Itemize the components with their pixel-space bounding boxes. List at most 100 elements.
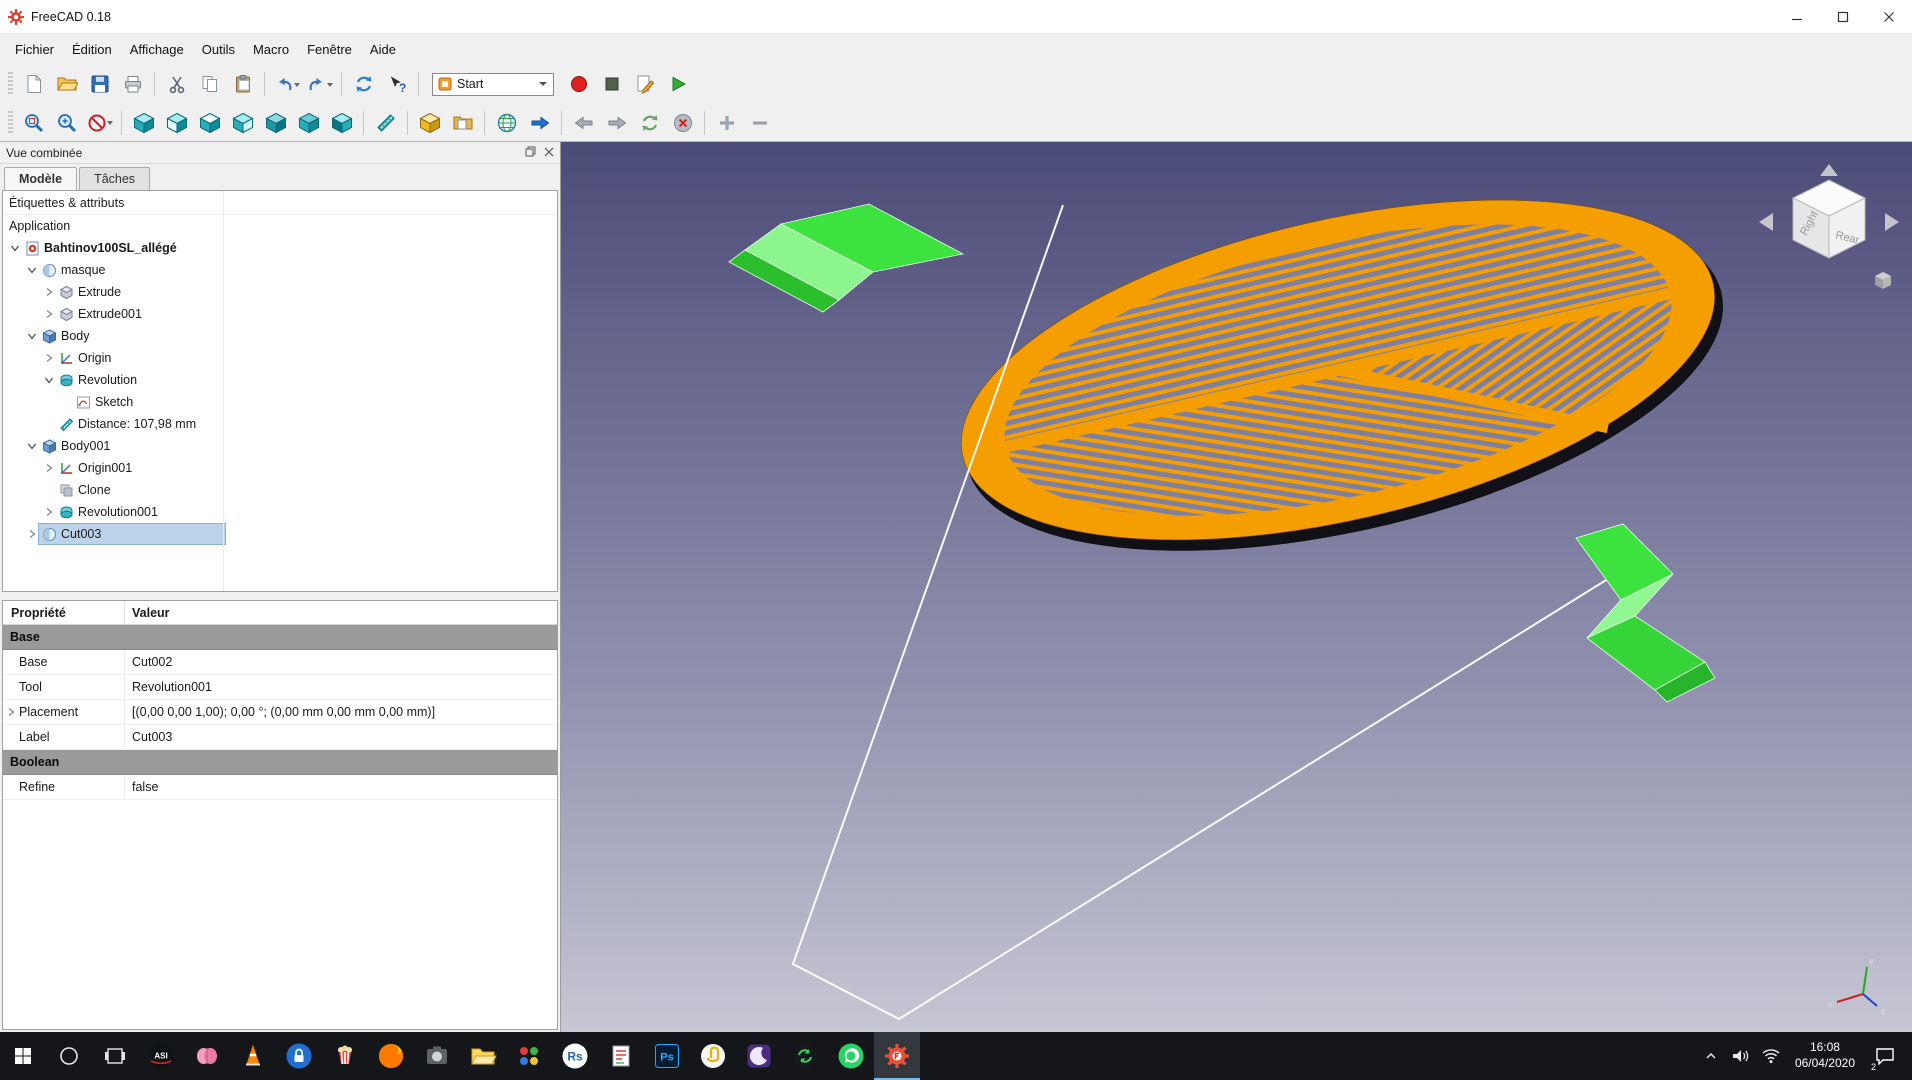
taskbar-capture-app[interactable] [414, 1032, 460, 1080]
nav-reload-button[interactable] [633, 108, 666, 138]
3d-viewport[interactable]: Right Rear x y z [561, 142, 1912, 1032]
chevron-collapsed-icon[interactable] [41, 507, 56, 517]
chevron-expanded-icon[interactable] [24, 441, 39, 451]
menu-macro[interactable]: Macro [244, 34, 298, 64]
taskbar-explorer-app[interactable] [460, 1032, 506, 1080]
zoom-out-button[interactable] [743, 108, 776, 138]
print-button[interactable] [116, 69, 149, 99]
taskbar-popcorn-app[interactable] [322, 1032, 368, 1080]
prop-value[interactable]: [(0,00 0,00 1,00); 0,00 °; (0,00 mm 0,00… [125, 705, 557, 719]
view-axonometric-button[interactable] [127, 108, 160, 138]
record-macro-button[interactable] [562, 69, 595, 99]
tree-item-body[interactable]: Body [3, 325, 557, 347]
redo-button[interactable] [303, 69, 336, 99]
panel-splitter[interactable] [0, 592, 560, 600]
tray-expand-icon[interactable] [1696, 1049, 1726, 1063]
chevron-collapsed-icon[interactable] [41, 309, 56, 319]
tree-item-application[interactable]: Application [3, 215, 557, 237]
nav-back-button[interactable] [567, 108, 600, 138]
toolbar-drag-handle[interactable] [8, 72, 13, 96]
nav-forward-button[interactable] [600, 108, 633, 138]
draw-style-button[interactable] [83, 108, 116, 138]
chevron-collapsed-icon[interactable] [3, 707, 19, 717]
appearance-button[interactable] [413, 108, 446, 138]
chevron-expanded-icon[interactable] [41, 375, 56, 385]
menu-outils[interactable]: Outils [193, 34, 244, 64]
network-icon[interactable] [1756, 1048, 1786, 1064]
taskbar-search-button[interactable] [46, 1032, 92, 1080]
tree-item-body001[interactable]: Body001 [3, 435, 557, 457]
tree-item-extrude[interactable]: Extrude [3, 281, 557, 303]
save-button[interactable] [83, 69, 116, 99]
web-home-button[interactable] [490, 108, 523, 138]
chevron-expanded-icon[interactable] [7, 243, 22, 253]
taskbar-whatsapp-app[interactable] [828, 1032, 874, 1080]
prop-value[interactable]: Cut003 [125, 730, 557, 744]
prop-value[interactable]: Revolution001 [125, 680, 557, 694]
taskbar-firefox-app[interactable] [368, 1032, 414, 1080]
tree-item-clone[interactable]: Clone [3, 479, 557, 501]
tab-taches[interactable]: Tâches [79, 167, 151, 190]
zoom-region-button[interactable] [50, 108, 83, 138]
taskbar-vlc-app[interactable] [230, 1032, 276, 1080]
play-macro-button[interactable] [661, 69, 694, 99]
menu-fichier[interactable]: Fichier [6, 34, 63, 64]
tree-item-masque[interactable]: masque [3, 259, 557, 281]
taskbar-colors-app[interactable] [506, 1032, 552, 1080]
view-top-button[interactable] [193, 108, 226, 138]
chevron-collapsed-icon[interactable] [41, 463, 56, 473]
taskbar-notes-app[interactable] [598, 1032, 644, 1080]
std-views-folder-button[interactable] [446, 108, 479, 138]
tab-modele[interactable]: Modèle [4, 167, 78, 190]
view-rear-button[interactable] [259, 108, 292, 138]
menu-affichage[interactable]: Affichage [121, 34, 193, 64]
copy-button[interactable] [193, 69, 226, 99]
nav-stop-button[interactable] [666, 108, 699, 138]
chevron-collapsed-icon[interactable] [41, 353, 56, 363]
minimize-button[interactable] [1774, 0, 1820, 33]
whats-this-button[interactable]: ? [380, 69, 413, 99]
menu-dition[interactable]: Édition [63, 34, 121, 64]
prop-row-refine[interactable]: Refine false [3, 775, 557, 800]
menu-aide[interactable]: Aide [361, 34, 405, 64]
taskbar-clock[interactable]: 16:08 06/04/2020 [1786, 1040, 1864, 1071]
taskbar-moon-app[interactable] [736, 1032, 782, 1080]
maximize-button[interactable] [1820, 0, 1866, 33]
prop-value[interactable]: false [125, 780, 557, 794]
taskbar-lock-app[interactable] [276, 1032, 322, 1080]
taskbar-photoshop-app[interactable]: Ps [644, 1032, 690, 1080]
tree-item-origin[interactable]: Origin [3, 347, 557, 369]
view-front-button[interactable] [160, 108, 193, 138]
toolbar-drag-handle[interactable] [8, 110, 13, 135]
undo-button[interactable] [270, 69, 303, 99]
taskbar-sync-app[interactable] [782, 1032, 828, 1080]
new-file-button[interactable] [17, 69, 50, 99]
edit-macro-button[interactable] [628, 69, 661, 99]
tree-item-distance-107-98-mm[interactable]: Distance: 107,98 mm [3, 413, 557, 435]
prop-row-tool[interactable]: Tool Revolution001 [3, 675, 557, 700]
chevron-collapsed-icon[interactable] [41, 287, 56, 297]
workbench-selector[interactable]: Start [432, 72, 554, 96]
tree-item-extrude001[interactable]: Extrude001 [3, 303, 557, 325]
paste-button[interactable] [226, 69, 259, 99]
chevron-collapsed-icon[interactable] [24, 529, 39, 539]
tree-item-origin001[interactable]: Origin001 [3, 457, 557, 479]
chevron-expanded-icon[interactable] [24, 331, 39, 341]
prop-row-base[interactable]: Base Cut002 [3, 650, 557, 675]
zoom-in-button[interactable] [710, 108, 743, 138]
close-button[interactable] [1866, 0, 1912, 33]
view-right-button[interactable] [226, 108, 259, 138]
taskbar-freecad-app[interactable] [874, 1032, 920, 1080]
menu-fen-tre[interactable]: Fenêtre [298, 34, 361, 64]
measure-distance-button[interactable] [369, 108, 402, 138]
view-left-button[interactable] [325, 108, 358, 138]
fit-all-button[interactable] [17, 108, 50, 138]
tree-item-revolution001[interactable]: Revolution001 [3, 501, 557, 523]
prop-row-label[interactable]: Label Cut003 [3, 725, 557, 750]
close-panel-icon[interactable] [544, 146, 554, 160]
chevron-expanded-icon[interactable] [24, 265, 39, 275]
stop-macro-button[interactable] [595, 69, 628, 99]
action-center-button[interactable]: 2 [1864, 1032, 1906, 1080]
taskbar-brain-app[interactable] [184, 1032, 230, 1080]
taskbar-rstudio-app[interactable]: Rs [552, 1032, 598, 1080]
